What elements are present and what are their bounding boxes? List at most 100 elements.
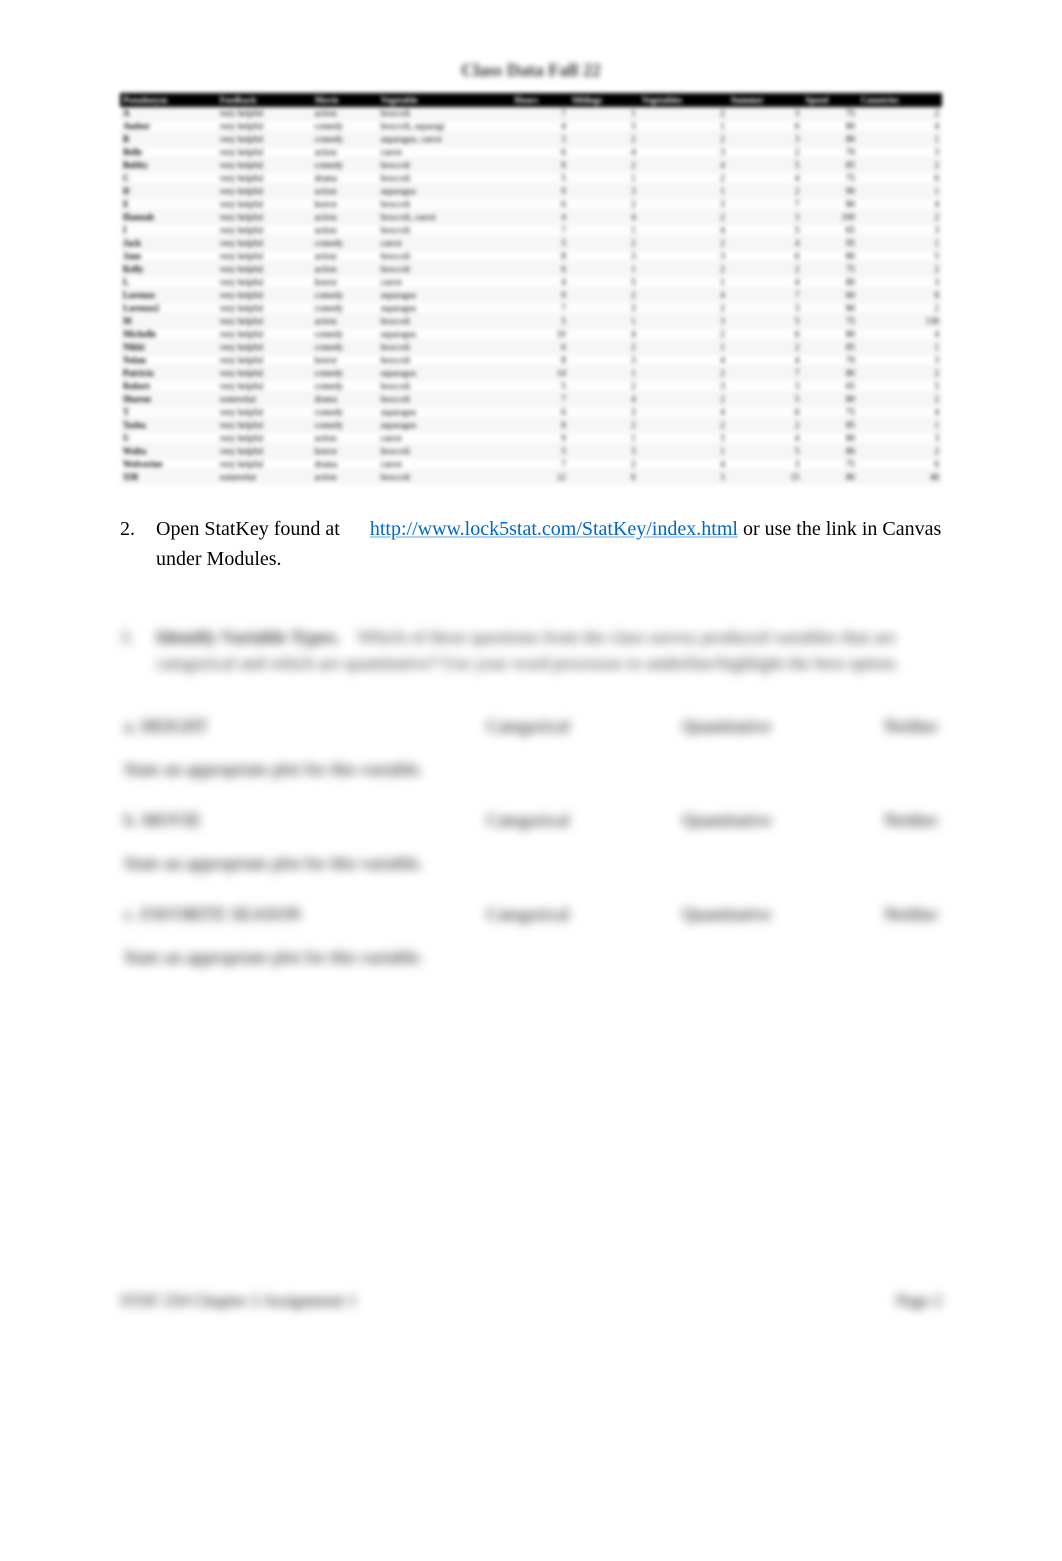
- table-cell: very helpful: [217, 341, 312, 354]
- table-cell: action: [312, 250, 378, 263]
- table-header: Speed: [802, 93, 857, 107]
- table-cell: very helpful: [217, 380, 312, 393]
- table-cell: very helpful: [217, 276, 312, 289]
- table-cell: comedy: [312, 289, 378, 302]
- table-cell: broccoli: [378, 315, 512, 328]
- table-cell: 15: [728, 471, 803, 484]
- table-cell: XM: [120, 471, 217, 484]
- table-header: Movie: [312, 93, 378, 107]
- table-cell: 3: [639, 315, 728, 328]
- table-cell: comedy: [312, 302, 378, 315]
- table-cell: broccoli, carrot: [378, 211, 512, 224]
- table-cell: 8: [511, 354, 568, 367]
- table-cell: 2: [569, 133, 639, 146]
- table-cell: 6: [728, 406, 803, 419]
- table-row: Bvery helpfulcomedyasparagus, carrot3223…: [120, 133, 942, 146]
- table-cell: 2: [858, 302, 942, 315]
- table-cell: 3: [639, 471, 728, 484]
- table-cell: 1: [858, 185, 942, 198]
- page-footer: STAT 250 Chapter 2 Assignment 1 Page 2: [120, 1291, 942, 1311]
- table-cell: 3: [858, 224, 942, 237]
- table-cell: 2: [639, 133, 728, 146]
- table-cell: 80: [802, 276, 857, 289]
- table-cell: 6: [858, 458, 942, 471]
- table-row: Dvery helpfulactionasparagus9312901: [120, 185, 942, 198]
- table-cell: carrot: [378, 458, 512, 471]
- table-cell: 1: [858, 341, 942, 354]
- table-row: Bobbyvery helpfulcomedybroccoli8245852: [120, 159, 942, 172]
- table-cell: 46: [858, 471, 942, 484]
- table-cell: broccoli: [378, 107, 512, 120]
- table-cell: 5: [728, 159, 803, 172]
- table-cell: drama: [312, 393, 378, 406]
- table-cell: 1: [569, 367, 639, 380]
- table-cell: very helpful: [217, 237, 312, 250]
- table-cell: 2: [728, 419, 803, 432]
- table-cell: 65: [802, 380, 857, 393]
- table-cell: 3: [728, 380, 803, 393]
- variable-block: b. MOVIECategoricalQuantitativeNeitherSt…: [120, 810, 942, 874]
- table-cell: 2: [639, 302, 728, 315]
- table-cell: asparagus: [378, 185, 512, 198]
- table-cell: 85: [802, 419, 857, 432]
- table-row: Tvery helpfulcomedyasparagus6346754: [120, 406, 942, 419]
- table-cell: comedy: [312, 406, 378, 419]
- table-cell: Nikki: [120, 341, 217, 354]
- table-cell: 3: [858, 432, 942, 445]
- table-cell: 5: [569, 276, 639, 289]
- table-cell: 90: [802, 185, 857, 198]
- table-cell: 2: [858, 107, 942, 120]
- option-quantitative: Quantitative: [682, 716, 771, 737]
- table-cell: very helpful: [217, 211, 312, 224]
- table-cell: 75: [802, 263, 857, 276]
- table-row: Jackvery helpfulcomedycarrot5224951: [120, 237, 942, 250]
- table-cell: broccoli: [378, 172, 512, 185]
- variable-label: c. FAVORITE SEASON: [124, 904, 374, 925]
- table-cell: comedy: [312, 380, 378, 393]
- table-cell: 1: [639, 185, 728, 198]
- table-cell: 4: [511, 276, 568, 289]
- table-cell: 75: [802, 315, 857, 328]
- table-cell: 5: [858, 380, 942, 393]
- table-cell: action: [312, 185, 378, 198]
- table-cell: 7: [511, 224, 568, 237]
- table-cell: 2: [569, 159, 639, 172]
- table-cell: 5: [858, 250, 942, 263]
- table-cell: broccoli: [378, 471, 512, 484]
- table-cell: horror: [312, 354, 378, 367]
- table-cell: I: [120, 224, 217, 237]
- table-cell: very helpful: [217, 289, 312, 302]
- table-cell: 60: [802, 289, 857, 302]
- table-cell: comedy: [312, 419, 378, 432]
- table-cell: 3: [858, 276, 942, 289]
- table-row: Cvery helpfuldramabroccoli5124756: [120, 172, 942, 185]
- table-cell: 4: [569, 211, 639, 224]
- table-cell: 2: [639, 263, 728, 276]
- table-cell: Wolverine: [120, 458, 217, 471]
- table-cell: 8: [858, 289, 942, 302]
- table-cell: 2: [858, 393, 942, 406]
- table-cell: L: [120, 276, 217, 289]
- table-cell: somewhat: [217, 471, 312, 484]
- table-cell: 2: [569, 419, 639, 432]
- table-cell: broccoli: [378, 354, 512, 367]
- table-cell: 2: [639, 211, 728, 224]
- table-cell: very helpful: [217, 419, 312, 432]
- table-cell: carrot: [378, 276, 512, 289]
- table-cell: 5: [511, 445, 568, 458]
- table-cell: very helpful: [217, 367, 312, 380]
- option-categorical: Categorical: [487, 904, 570, 925]
- step-before: Open StatKey found at: [156, 518, 340, 540]
- table-cell: 4: [639, 354, 728, 367]
- table-cell: 75: [802, 107, 857, 120]
- table-cell: very helpful: [217, 185, 312, 198]
- table-cell: 1: [858, 419, 942, 432]
- table-cell: 1: [569, 432, 639, 445]
- statkey-link[interactable]: http://www.lock5stat.com/StatKey/index.h…: [370, 518, 738, 540]
- table-cell: 12: [511, 471, 568, 484]
- table-cell: very helpful: [217, 458, 312, 471]
- table-cell: 3: [569, 406, 639, 419]
- table-cell: C: [120, 172, 217, 185]
- variable-label: b. MOVIE: [124, 810, 374, 831]
- step-3: 3. Identify Variable Types. Which of the…: [120, 624, 942, 676]
